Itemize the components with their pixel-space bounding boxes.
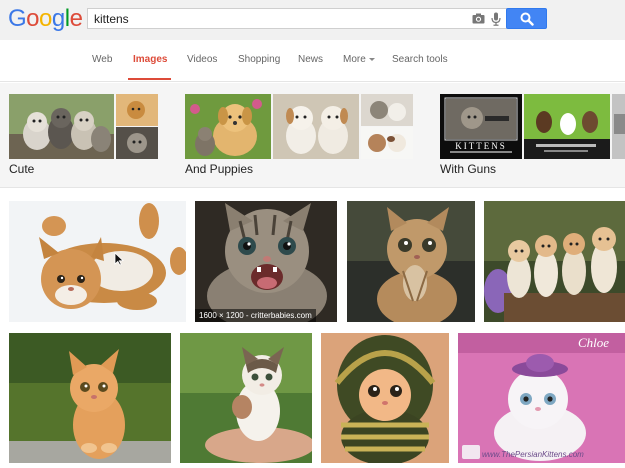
image-result[interactable] xyxy=(347,201,475,322)
related-thumbnail xyxy=(612,94,625,159)
search-tabs: Web Images Videos Shopping News More Sea… xyxy=(0,40,625,82)
result-image xyxy=(9,333,171,463)
result-image xyxy=(195,201,337,322)
related-label: Cute xyxy=(9,162,35,176)
google-logo[interactable]: Google xyxy=(8,5,83,33)
related-label: And Puppies xyxy=(185,162,254,176)
image-watermark: www.ThePersianKittens.com xyxy=(482,450,584,459)
related-thumbnail xyxy=(116,127,158,159)
tab-shopping[interactable]: Shopping xyxy=(238,54,280,65)
image-result[interactable]: Chloe www.ThePersianKittens.com xyxy=(458,333,625,463)
image-result[interactable] xyxy=(9,333,171,463)
result-image xyxy=(9,201,186,322)
top-bar: Google xyxy=(0,0,625,40)
tab-news[interactable]: News xyxy=(298,54,323,65)
related-with-guns[interactable]: KITTENS With Guns xyxy=(440,94,625,180)
image-signature: Chloe xyxy=(578,335,610,350)
image-dimension-caption: 1600 × 1200 - critterbabies.com xyxy=(195,309,316,322)
tab-videos[interactable]: Videos xyxy=(187,54,217,65)
logo-letter: g xyxy=(51,5,65,32)
related-cute[interactable]: Cute xyxy=(9,94,159,180)
related-thumbnail xyxy=(185,94,271,159)
poster-title: KITTENS xyxy=(455,141,507,151)
result-image xyxy=(484,201,625,322)
tab-web[interactable]: Web xyxy=(92,54,112,65)
search-box xyxy=(87,8,507,29)
result-image xyxy=(321,333,449,463)
search-button[interactable] xyxy=(506,8,547,29)
logo-letter: o xyxy=(26,5,40,32)
logo-letter: e xyxy=(69,5,83,32)
search-input[interactable] xyxy=(94,10,464,28)
chevron-down-icon xyxy=(368,57,375,61)
search-tools-button[interactable]: Search tools xyxy=(392,54,448,65)
related-thumbnail xyxy=(524,94,610,159)
related-thumbnail xyxy=(9,94,114,159)
related-searches: Cute And Puppies KITTENS With Guns xyxy=(0,83,625,188)
result-image xyxy=(347,201,475,322)
image-result[interactable] xyxy=(484,201,625,322)
image-result[interactable] xyxy=(321,333,449,463)
related-thumbnail xyxy=(361,127,413,159)
mic-icon[interactable] xyxy=(491,12,501,26)
related-thumbnail xyxy=(116,94,158,126)
search-icon xyxy=(520,12,534,26)
tab-more-label: More xyxy=(343,54,366,65)
logo-letter: o xyxy=(39,5,52,32)
image-result[interactable] xyxy=(9,201,186,322)
tab-more[interactable]: More xyxy=(343,54,375,65)
result-image xyxy=(458,333,625,463)
related-thumbnail xyxy=(361,94,413,126)
related-and-puppies[interactable]: And Puppies xyxy=(185,94,413,180)
image-result[interactable]: 1600 × 1200 - critterbabies.com xyxy=(195,201,337,322)
tab-images[interactable]: Images xyxy=(133,54,167,65)
active-tab-indicator xyxy=(128,78,171,80)
result-image xyxy=(180,333,312,463)
related-label: With Guns xyxy=(440,162,497,176)
image-result[interactable] xyxy=(180,333,312,463)
related-thumbnail: KITTENS xyxy=(440,94,522,159)
related-thumbnail xyxy=(273,94,359,159)
camera-icon[interactable] xyxy=(472,13,485,24)
logo-letter: G xyxy=(8,5,27,32)
